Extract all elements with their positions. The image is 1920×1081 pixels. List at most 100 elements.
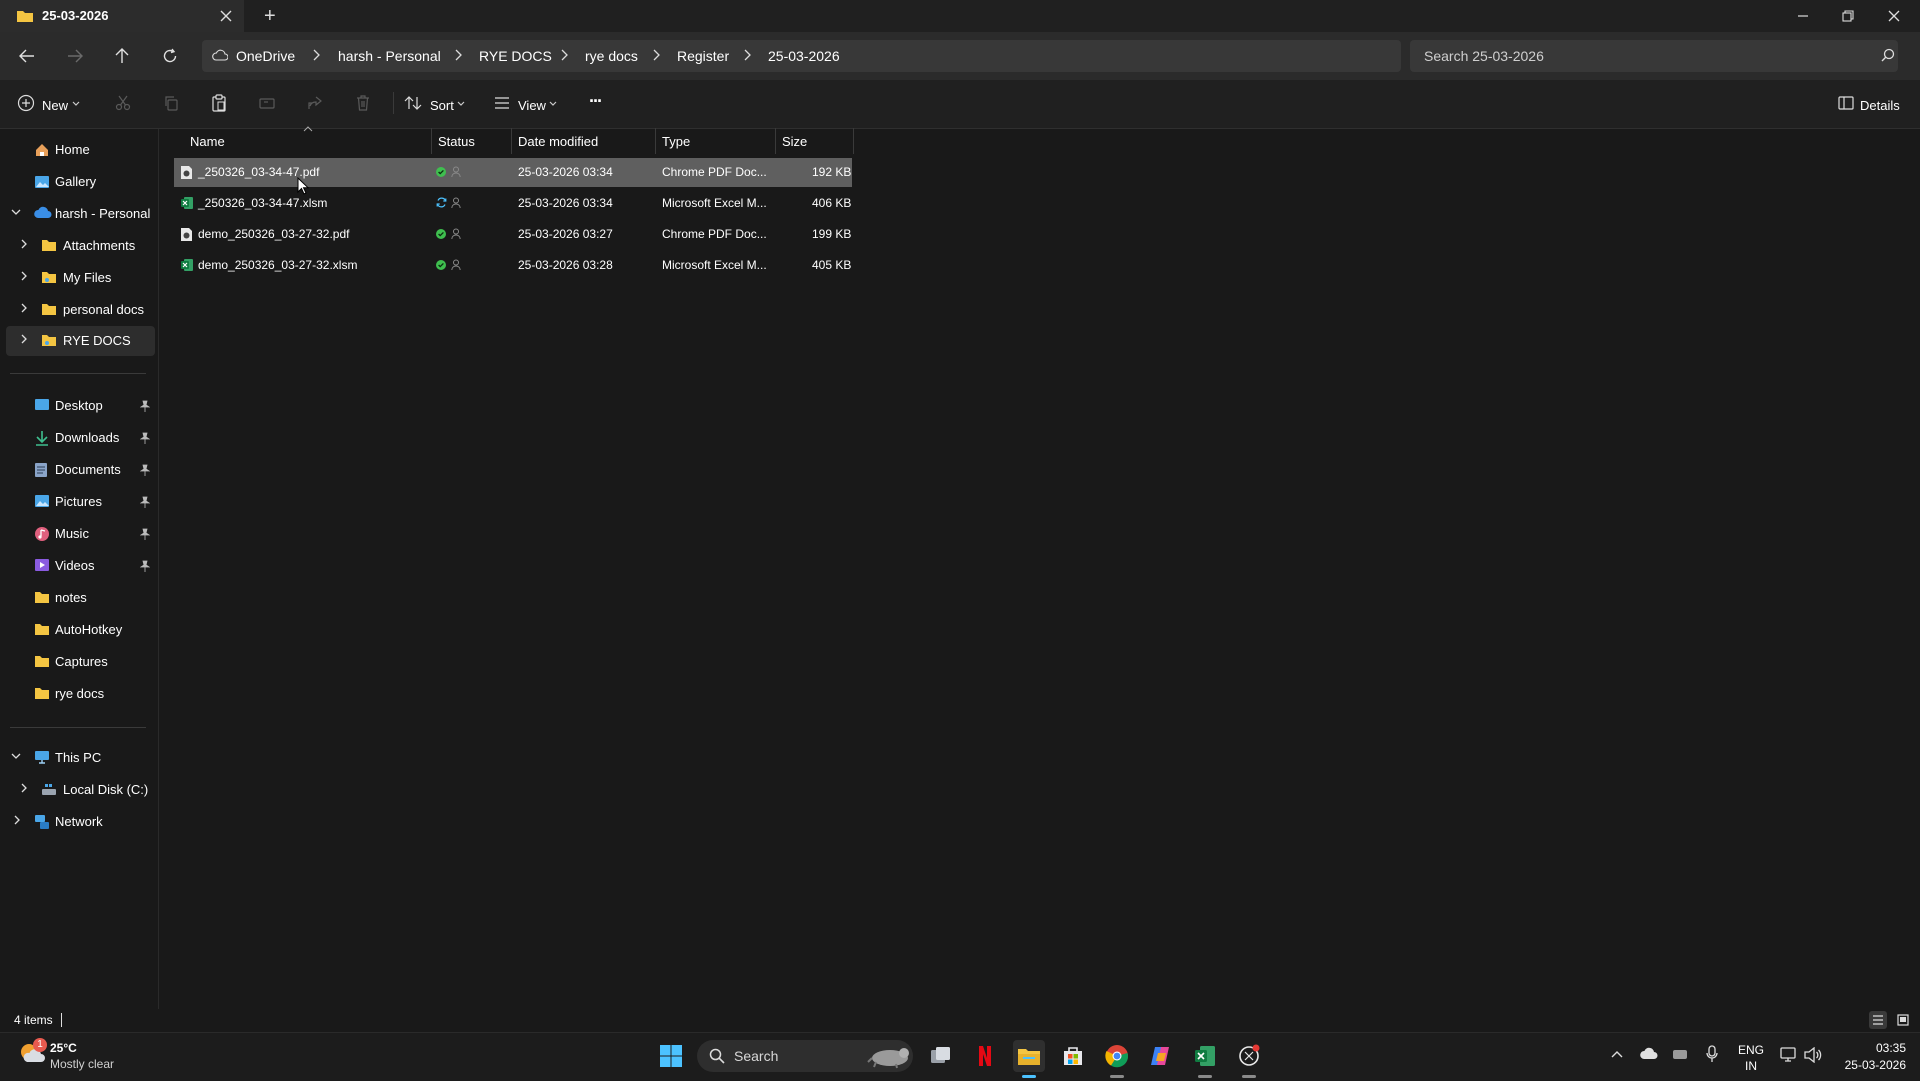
details-button[interactable]: Details (1860, 98, 1900, 113)
sidebar-item-captures[interactable]: Captures (0, 647, 158, 677)
delete-icon[interactable] (353, 93, 373, 113)
minimize-icon[interactable] (1793, 6, 1813, 26)
chevron-down-icon[interactable] (457, 101, 465, 107)
sidebar-item-autohotkey[interactable]: AutoHotkey (0, 615, 158, 645)
column-divider[interactable] (775, 128, 776, 154)
close-window-icon[interactable] (1884, 6, 1904, 26)
start-icon[interactable] (655, 1040, 687, 1072)
language-region[interactable]: IN (1736, 1059, 1766, 1073)
onedrive-tray-icon[interactable] (1640, 1047, 1658, 1061)
chevron-down-icon[interactable] (11, 208, 21, 216)
breadcrumb-item-rye-docs-upper[interactable]: RYE DOCS (479, 48, 552, 64)
column-header-status[interactable]: Status (438, 134, 475, 149)
sidebar-item-pictures[interactable]: Pictures (0, 487, 158, 517)
column-header-date-modified[interactable]: Date modified (518, 134, 598, 149)
view-icon[interactable] (492, 93, 512, 113)
language-code[interactable]: ENG (1736, 1043, 1766, 1057)
netflix-icon[interactable] (969, 1040, 1001, 1072)
sidebar-item-music[interactable]: Music (0, 519, 158, 549)
refresh-icon[interactable] (158, 45, 182, 67)
sidebar-item-personal-docs[interactable]: personal docs (0, 295, 158, 325)
file-row[interactable]: _250326_03-34-47.xlsm 25-03-2026 03:34 M… (174, 189, 852, 218)
sidebar-item-my-files[interactable]: My Files (0, 263, 158, 293)
cut-icon[interactable] (113, 93, 133, 113)
breadcrumb-item-harsh-personal[interactable]: harsh - Personal (338, 48, 441, 64)
chrome-icon[interactable] (1101, 1040, 1133, 1072)
chevron-right-icon[interactable] (454, 49, 462, 61)
security-tray-icon[interactable] (1672, 1047, 1688, 1061)
chevron-down-icon[interactable] (72, 101, 80, 107)
file-row[interactable]: demo_250326_03-27-32.pdf 25-03-2026 03:2… (174, 220, 852, 249)
sidebar-item-local-disk[interactable]: Local Disk (C:) (0, 775, 158, 805)
column-divider[interactable] (431, 128, 432, 154)
breadcrumb-item-register[interactable]: Register (677, 48, 729, 64)
share-icon[interactable] (305, 93, 325, 113)
details-view-icon[interactable] (1869, 1011, 1887, 1029)
microphone-icon[interactable] (1706, 1045, 1718, 1063)
network-tray-icon[interactable] (1780, 1047, 1798, 1063)
chevron-right-icon[interactable] (20, 783, 28, 793)
store-icon[interactable] (1057, 1040, 1089, 1072)
column-divider[interactable] (655, 128, 656, 154)
sidebar-item-network[interactable]: Network (0, 807, 158, 837)
sidebar-item-gallery[interactable]: Gallery (0, 167, 158, 197)
rename-icon[interactable] (257, 93, 277, 113)
chevron-right-icon[interactable] (13, 815, 21, 825)
copy-icon[interactable] (161, 93, 181, 113)
sidebar-item-rye-docs-selected[interactable]: RYE DOCS (6, 326, 155, 356)
sidebar-item-harsh-personal[interactable]: harsh - Personal (0, 199, 158, 229)
column-divider[interactable] (511, 128, 512, 154)
details-pane-icon[interactable] (1836, 93, 1856, 113)
restore-icon[interactable] (1838, 6, 1858, 26)
more-options-button[interactable]: ··· (589, 91, 603, 112)
sidebar-item-attachments[interactable]: Attachments (0, 231, 158, 261)
chatgpt-icon[interactable] (1233, 1040, 1265, 1072)
sidebar-item-desktop[interactable]: Desktop (0, 391, 158, 421)
column-divider[interactable] (853, 128, 854, 154)
sidebar-item-notes[interactable]: notes (0, 583, 158, 613)
clock-date[interactable]: 25-03-2026 (1836, 1058, 1906, 1072)
forward-icon[interactable] (63, 45, 87, 67)
task-view-icon[interactable] (925, 1040, 957, 1072)
chevron-right-icon[interactable] (743, 49, 751, 61)
sidebar-item-videos[interactable]: Videos (0, 551, 158, 581)
sidebar-item-rye-docs[interactable]: rye docs (0, 679, 158, 709)
sort-button[interactable]: Sort (430, 98, 454, 113)
column-header-type[interactable]: Type (662, 134, 690, 149)
breadcrumb-item-rye-docs[interactable]: rye docs (585, 48, 638, 64)
column-header-name[interactable]: Name (190, 134, 225, 149)
breadcrumb-item-onedrive[interactable]: OneDrive (236, 48, 295, 64)
new-tab-button[interactable]: + (264, 5, 276, 28)
search-icon[interactable] (1881, 48, 1895, 62)
file-row[interactable]: demo_250326_03-27-32.xlsm 25-03-2026 03:… (174, 251, 852, 280)
breadcrumb-item-current[interactable]: 25-03-2026 (768, 48, 840, 64)
chevron-up-icon[interactable] (1610, 1049, 1624, 1059)
paste-icon[interactable] (209, 93, 229, 113)
sort-icon[interactable] (403, 93, 423, 113)
sidebar-item-documents[interactable]: Documents (0, 455, 158, 485)
view-button[interactable]: View (518, 98, 546, 113)
volume-icon[interactable] (1804, 1047, 1822, 1063)
sidebar-item-this-pc[interactable]: This PC (0, 743, 158, 773)
chevron-right-icon[interactable] (312, 49, 320, 61)
clock-time[interactable]: 03:35 (1836, 1041, 1906, 1055)
excel-icon[interactable] (1189, 1040, 1221, 1072)
copilot-icon[interactable] (1145, 1040, 1177, 1072)
tab-active[interactable] (0, 0, 244, 32)
close-tab-icon[interactable] (216, 6, 236, 26)
new-button[interactable]: New (42, 98, 68, 113)
file-explorer-icon[interactable] (1013, 1040, 1045, 1072)
tiles-view-icon[interactable] (1894, 1011, 1912, 1029)
chevron-down-icon[interactable] (549, 101, 557, 107)
chevron-right-icon[interactable] (20, 303, 28, 313)
sidebar-item-home[interactable]: Home (0, 135, 158, 165)
chevron-down-icon[interactable] (11, 752, 21, 760)
up-icon[interactable] (110, 45, 134, 67)
new-icon[interactable] (16, 93, 36, 113)
chevron-right-icon[interactable] (652, 49, 660, 61)
chevron-right-icon[interactable] (20, 334, 28, 344)
chevron-right-icon[interactable] (20, 239, 28, 249)
chevron-right-icon[interactable] (20, 271, 28, 281)
column-header-size[interactable]: Size (782, 134, 807, 149)
sidebar-item-downloads[interactable]: Downloads (0, 423, 158, 453)
